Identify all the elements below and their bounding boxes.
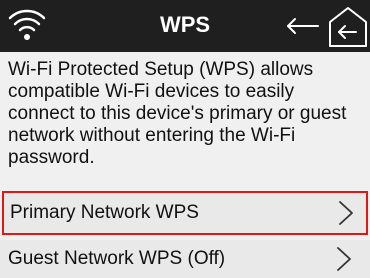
header-bar: WPS (0, 0, 370, 52)
primary-network-wps-label: Primary Network WPS (10, 202, 199, 223)
guest-network-wps-label: Guest Network WPS (Off) (8, 248, 226, 269)
wps-description: Wi-Fi Protected Setup (WPS) allows compa… (8, 59, 347, 168)
back-arrow-icon[interactable] (284, 14, 324, 38)
home-icon[interactable] (326, 4, 370, 48)
chevron-right-icon (339, 201, 353, 225)
chevron-right-icon (337, 247, 351, 271)
primary-network-wps-item[interactable]: Primary Network WPS (2, 191, 368, 235)
guest-network-wps-item[interactable]: Guest Network WPS (Off) (0, 240, 370, 278)
